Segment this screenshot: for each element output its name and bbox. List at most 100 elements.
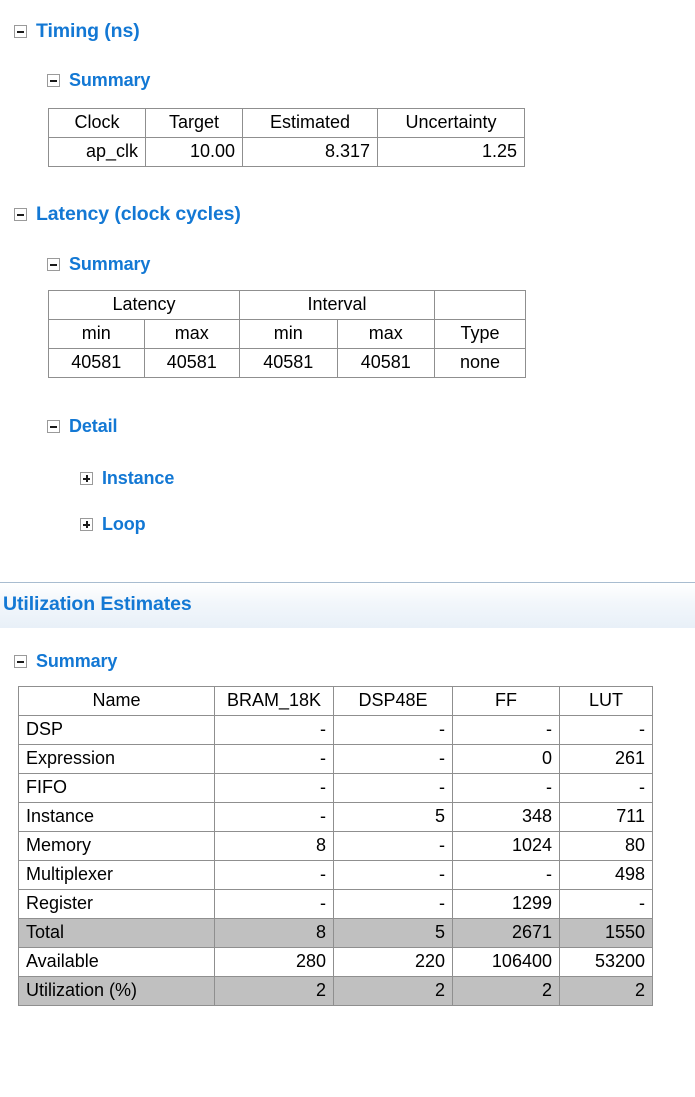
utilization-summary-table: Name BRAM_18K DSP48E FF LUT DSP - - - - Expre… [18,685,653,1007]
utilization-summary-tree-node[interactable]: Summary [14,651,117,672]
table-row: DSP - - - - [18,715,653,746]
latency-summary-tree-node[interactable]: Summary [47,254,150,275]
cell-resource-name: Memory [18,831,215,862]
cell-resource-name: Utilization (%) [18,976,215,1007]
cell-bram18k: - [214,744,334,775]
cell-lut: - [559,715,653,746]
cell-resource-name: Expression [18,744,215,775]
cell-bram18k: 8 [214,831,334,862]
cell-lut: - [559,773,653,804]
cell-resource-name: Register [18,889,215,920]
table-row: Memory 8-1024 80 [18,831,653,862]
minus-icon[interactable] [14,25,27,38]
table-header-row: Name BRAM_18K DSP48E FF LUT [18,685,653,717]
column-header-name: Name [18,685,215,717]
latency-section-tree-node[interactable]: Latency (clock cycles) [14,203,241,226]
cell-ff: 0 [452,744,560,775]
latency-detail-instance-tree-node[interactable]: Instance [80,468,174,489]
minus-icon[interactable] [47,74,60,87]
cell-lut: 2 [559,976,653,1007]
cell-ff: - [452,860,560,891]
cell-bram18k: 280 [214,947,334,978]
latency-detail-loop-tree-node[interactable]: Loop [80,514,146,535]
cell-lut: 53200 [559,947,653,978]
cell-dsp48e: 5 [333,918,453,949]
table-header-row: Clock Target Estimated Uncertainty [48,107,525,139]
timing-summary-table: Clock Target Estimated Uncertainty ap_cl… [48,107,525,168]
table-group-header-row: Latency Interval [48,289,526,321]
latency-summary-table: Latency Interval min max min max Type 40… [48,289,526,379]
column-header-estimated: Estimated [242,107,378,139]
cell-lut: 1550 [559,918,653,949]
cell-lut: 498 [559,860,653,891]
minus-icon[interactable] [47,420,60,433]
cell-ff: 2 [452,976,560,1007]
group-header-latency: Latency [48,289,240,321]
cell-dsp48e: 2 [333,976,453,1007]
table-row: FIFO - - - - [18,773,653,804]
cell-bram18k: - [214,802,334,833]
latency-detail-instance-title: Instance [102,468,175,488]
cell-dsp48e: 220 [333,947,453,978]
cell-clock-name: ap_clk [48,137,146,168]
cell-interval-min: 40581 [239,348,338,379]
cell-bram18k: - [214,860,334,891]
cell-resource-name: DSP [18,715,215,746]
cell-target: 10.00 [145,137,243,168]
cell-resource-name: Available [18,947,215,978]
cell-bram18k: - [214,715,334,746]
cell-bram18k: 2 [214,976,334,1007]
cell-dsp48e: - [333,831,453,862]
minus-icon[interactable] [14,208,27,221]
latency-detail-title: Detail [69,416,118,436]
cell-ff: 106400 [452,947,560,978]
cell-ff: 1024 [452,831,560,862]
cell-bram18k: - [214,773,334,804]
cell-dsp48e: - [333,860,453,891]
cell-estimated: 8.317 [242,137,378,168]
group-header-empty [434,289,526,321]
cell-resource-name: Multiplexer [18,860,215,891]
table-row: Utilization (%) 2 2 2 2 [18,976,653,1007]
utilization-section-title: Utilization Estimates [3,593,192,615]
timing-section-title: Timing (ns) [36,20,140,42]
latency-detail-tree-node[interactable]: Detail [47,416,118,437]
table-row: 40581 40581 40581 40581 none [48,348,526,379]
timing-section-tree-node[interactable]: Timing (ns) [14,20,140,43]
latency-section-title: Latency (clock cycles) [36,203,241,225]
cell-resource-name: Instance [18,802,215,833]
column-header-bram18k: BRAM_18K [214,685,334,717]
plus-icon[interactable] [80,518,93,531]
table-row: ap_clk 10.00 8.317 1.25 [48,137,525,168]
cell-dsp48e: 5 [333,802,453,833]
cell-interval-max: 40581 [336,348,435,379]
utilization-section-banner: Utilization Estimates [0,582,695,628]
minus-icon[interactable] [14,655,27,668]
cell-ff: - [452,773,560,804]
minus-icon[interactable] [47,258,60,271]
cell-lut: 261 [559,744,653,775]
column-header-ff: FF [452,685,560,717]
column-header-target: Target [145,107,243,139]
column-header-lut: LUT [559,685,653,717]
cell-lut: 80 [559,831,653,862]
timing-summary-title: Summary [69,70,151,90]
utilization-summary-title: Summary [36,651,118,671]
column-header-interval-min: min [239,319,338,350]
latency-summary-title: Summary [69,254,151,274]
cell-resource-name: Total [18,918,215,949]
cell-lut: 711 [559,802,653,833]
column-header-latency-max: max [143,319,240,350]
latency-detail-loop-title: Loop [102,514,146,534]
plus-icon[interactable] [80,472,93,485]
column-header-interval-max: max [336,319,435,350]
column-header-type: Type [434,319,526,350]
timing-summary-tree-node[interactable]: Summary [47,70,150,91]
cell-dsp48e: - [333,889,453,920]
cell-bram18k: - [214,889,334,920]
cell-dsp48e: - [333,744,453,775]
cell-ff: 1299 [452,889,560,920]
table-row: Total 8 5 2671 1550 [18,918,653,949]
table-row: Multiplexer - - -498 [18,860,653,891]
cell-dsp48e: - [333,715,453,746]
